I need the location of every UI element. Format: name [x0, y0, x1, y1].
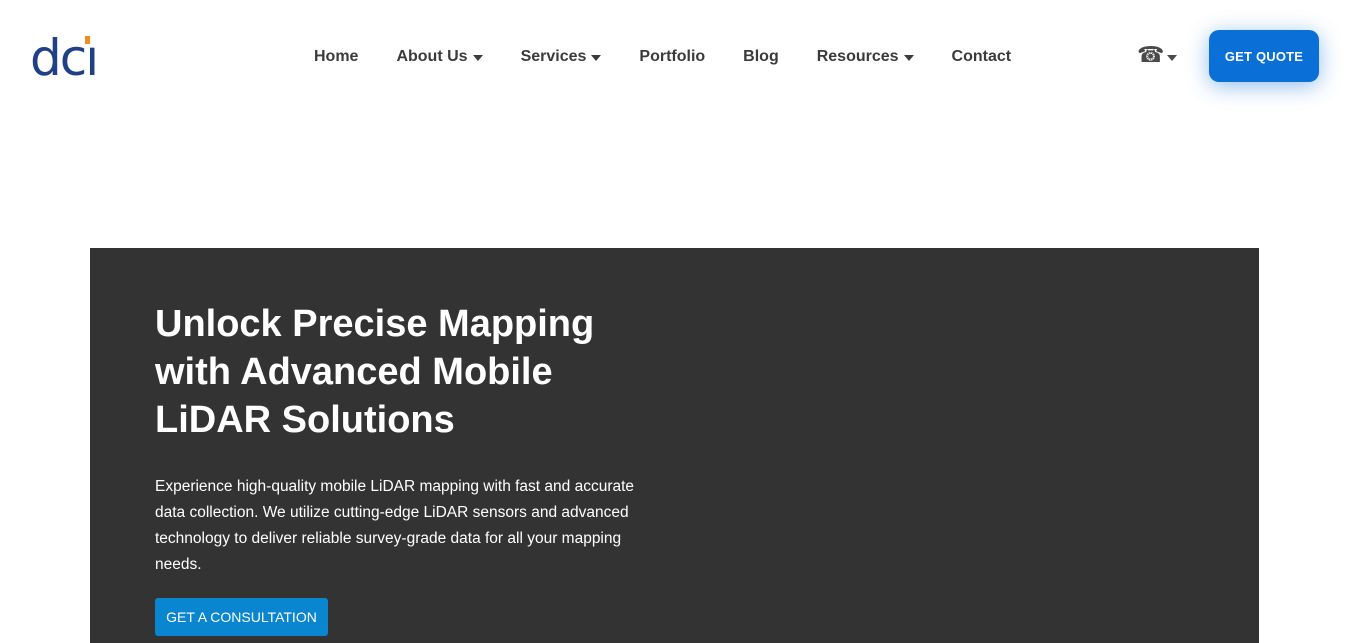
- main-nav: Home About Us Services Portfolio Blog Re…: [314, 46, 1011, 68]
- site-header: dcı Home About Us Services Portfolio Blo…: [0, 0, 1349, 112]
- hero-banner: Unlock Precise Mapping with Advanced Mob…: [90, 248, 1259, 643]
- caret-down-icon: [1167, 55, 1178, 61]
- caret-down-icon: [472, 54, 483, 61]
- caret-down-icon: [903, 54, 914, 61]
- phone-icon: ☎: [1137, 43, 1165, 68]
- nav-item-resources[interactable]: Resources: [817, 48, 914, 66]
- logo-accent-dot: [85, 36, 91, 44]
- caret-down-icon: [591, 54, 602, 61]
- hero-title: Unlock Precise Mapping with Advanced Mob…: [155, 303, 595, 441]
- nav-item-home[interactable]: Home: [314, 48, 358, 66]
- logo-text: dcı: [30, 29, 99, 87]
- get-quote-button[interactable]: GET QUOTE: [1209, 30, 1319, 82]
- get-consultation-button[interactable]: GET A CONSULTATION: [155, 598, 328, 636]
- nav-item-blog[interactable]: Blog: [743, 48, 779, 66]
- nav-item-portfolio[interactable]: Portfolio: [639, 48, 705, 66]
- nav-item-contact[interactable]: Contact: [952, 48, 1012, 66]
- nav-item-about-us[interactable]: About Us: [396, 48, 483, 66]
- dci-logo[interactable]: dcı: [30, 29, 99, 87]
- phone-dropdown[interactable]: ☎: [1137, 43, 1178, 68]
- hero-description: Experience high-quality mobile LiDAR map…: [155, 478, 635, 573]
- nav-item-services[interactable]: Services: [521, 48, 602, 66]
